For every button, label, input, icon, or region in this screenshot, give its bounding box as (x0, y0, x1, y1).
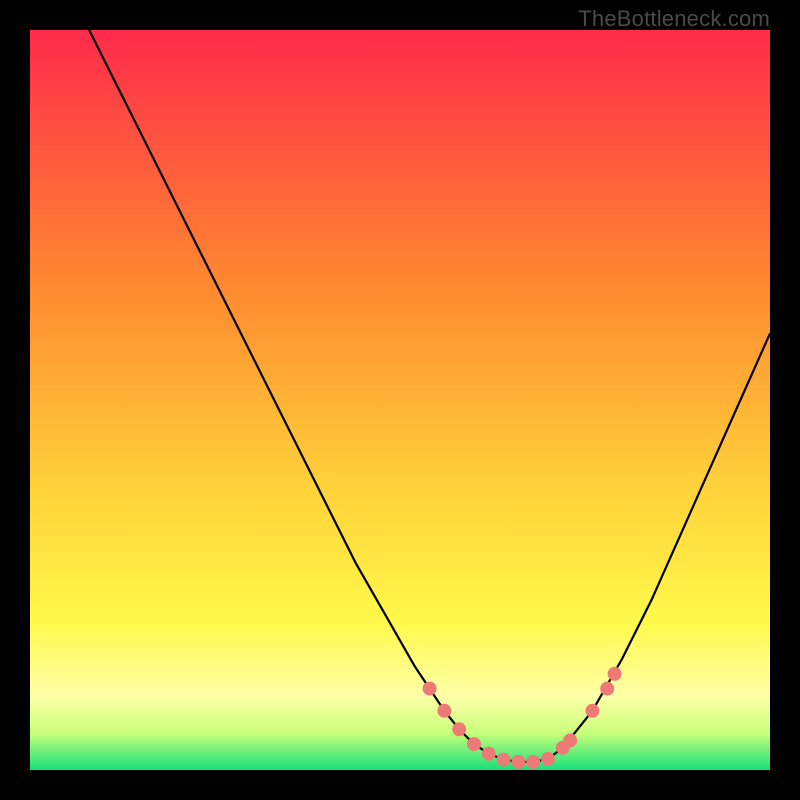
marker-dot (526, 755, 540, 769)
gradient-background (30, 30, 770, 770)
watermark-text: TheBottleneck.com (578, 6, 770, 32)
marker-dot (600, 682, 614, 696)
marker-dot (608, 667, 622, 681)
marker-dot (437, 704, 451, 718)
marker-dot (563, 733, 577, 747)
marker-dot (423, 682, 437, 696)
bottleneck-chart (30, 30, 770, 770)
marker-dot (467, 737, 481, 751)
marker-dot (452, 722, 466, 736)
marker-dot (511, 755, 525, 769)
marker-dot (585, 704, 599, 718)
marker-dot (497, 753, 511, 767)
marker-dot (541, 752, 555, 766)
marker-dot (482, 747, 496, 761)
